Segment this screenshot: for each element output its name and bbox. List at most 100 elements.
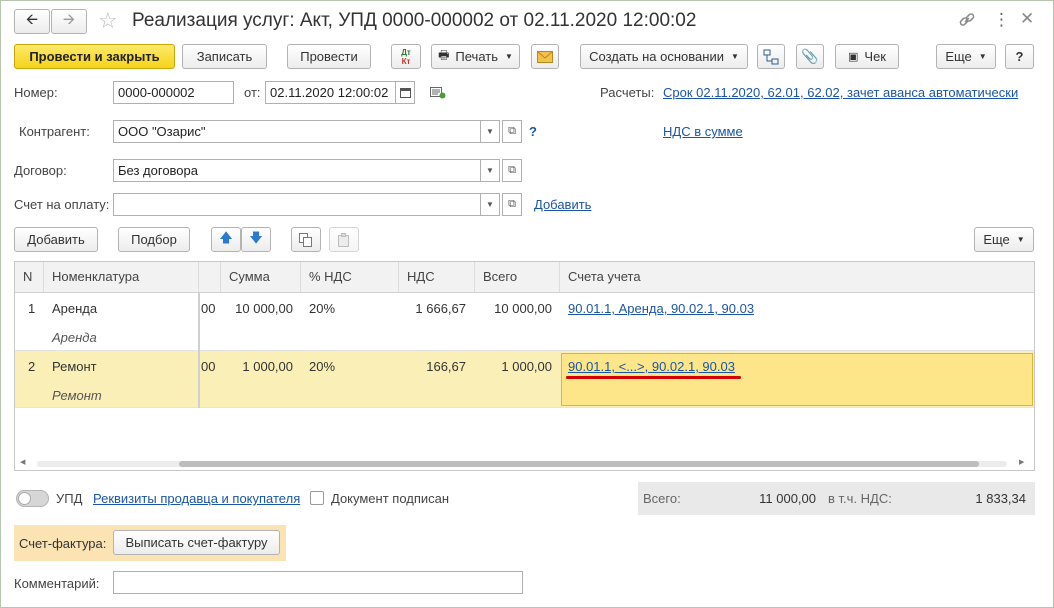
cell-accounts[interactable]: 90.01.1, <...>, 90.02.1, 90.03 — [568, 359, 735, 374]
col-header-vat[interactable]: НДС — [399, 262, 475, 293]
help-button[interactable]: ? — [1005, 44, 1034, 69]
chevron-down-icon: ▼ — [1016, 235, 1025, 244]
open-icon: ⧉ — [508, 125, 516, 137]
pick-button[interactable]: Подбор — [118, 227, 190, 252]
invoice-dropdown-button[interactable]: ▼ — [480, 193, 500, 216]
post-button[interactable]: Провести — [287, 44, 371, 69]
add-row-button[interactable]: Добавить — [14, 227, 98, 252]
scroll-right-icon[interactable]: ▶ — [1019, 458, 1024, 466]
receipt-button[interactable]: ▣ Чек — [835, 44, 899, 69]
col-header-amount[interactable]: Сумма — [221, 262, 301, 293]
issue-invoice-button[interactable]: Выписать счет-фактуру — [113, 530, 280, 555]
number-field[interactable]: 0000-000002 — [113, 81, 234, 104]
upd-toggle[interactable] — [16, 490, 49, 507]
invoice-open-button[interactable]: ⧉ — [502, 193, 522, 216]
kt-label: Кт — [401, 56, 411, 66]
receipt-label: Чек — [864, 49, 886, 64]
invoice-for-payment-field[interactable] — [113, 193, 481, 216]
cell-total[interactable]: 1 000,00 — [475, 359, 552, 374]
invoice-document-panel: Счет-фактура: Выписать счет-фактуру — [14, 525, 286, 561]
dt-label: Дт — [401, 47, 411, 57]
counterparty-dropdown-button[interactable]: ▼ — [480, 120, 500, 143]
attachments-button[interactable]: 📎 — [796, 44, 824, 69]
col-header-accounts[interactable]: Счета учета — [560, 262, 1034, 293]
copy-icon — [299, 232, 312, 247]
counterparty-field[interactable]: ООО "Озарис" — [113, 120, 481, 143]
cell-vat[interactable]: 1 666,67 — [399, 301, 466, 316]
paste-rows-button[interactable] — [329, 227, 359, 252]
calendar-button[interactable] — [395, 81, 415, 104]
cell-item-sub[interactable]: Аренда — [52, 330, 97, 345]
cell-item[interactable]: Ремонт — [52, 359, 97, 374]
help-mark[interactable]: ? — [529, 124, 537, 139]
comment-field[interactable] — [113, 571, 523, 594]
table-more-button[interactable]: Еще ▼ — [974, 227, 1034, 252]
dt-kt-button[interactable]: Дт Кт — [391, 44, 421, 69]
requisites-link[interactable]: Реквизиты продавца и покупателя — [93, 491, 300, 506]
create-based-label: Создать на основании — [589, 49, 724, 64]
comment-label: Комментарий: — [14, 576, 100, 591]
date-field[interactable]: 02.11.2020 12:00:02 — [265, 81, 396, 104]
structure-icon — [763, 49, 779, 64]
cell-cut: 00 — [201, 359, 216, 374]
add-invoice-link[interactable]: Добавить — [534, 197, 591, 212]
vat-mode-link[interactable]: НДС в сумме — [663, 124, 743, 139]
totals-panel: Всего: 11 000,00 в т.ч. НДС: 1 833,34 — [638, 482, 1035, 515]
cell-item[interactable]: Аренда — [52, 301, 97, 316]
cell-total[interactable]: 10 000,00 — [475, 301, 552, 316]
scrollbar-thumb[interactable] — [179, 461, 979, 467]
create-based-on-button[interactable]: Создать на основании ▼ — [580, 44, 748, 69]
col-header-n[interactable]: N — [15, 262, 44, 293]
back-button[interactable]: 🡨 — [14, 9, 50, 34]
highlight-underline — [566, 376, 741, 379]
email-button[interactable] — [531, 44, 559, 69]
move-up-button[interactable]: 🡅 — [211, 227, 241, 252]
settlements-link[interactable]: Срок 02.11.2020, 62.01, 62.02, зачет ава… — [663, 85, 1018, 100]
print-button[interactable]: 🖶 Печать ▼ — [431, 44, 520, 69]
counterparty-open-button[interactable]: ⧉ — [502, 120, 522, 143]
more-label: Еще — [945, 49, 972, 64]
open-icon: ⧉ — [508, 164, 516, 176]
toggle-knob — [18, 492, 31, 505]
cell-accounts-active[interactable]: 90.01.1, <...>, 90.02.1, 90.03 — [561, 353, 1033, 406]
chevron-down-icon: ▼ — [730, 52, 739, 61]
cash-register-icon: ▣ — [848, 51, 859, 63]
printer-icon: 🖶 — [438, 48, 450, 62]
col-header-total[interactable]: Всего — [475, 262, 560, 293]
cell-cut: 00 — [201, 301, 216, 316]
contract-dropdown-button[interactable]: ▼ — [480, 159, 500, 182]
contract-field[interactable]: Без договора — [113, 159, 481, 182]
cell-amount[interactable]: 1 000,00 — [221, 359, 293, 374]
link-icon[interactable] — [958, 11, 978, 31]
table-row-selected[interactable]: 2 Ремонт Ремонт 00 1 000,00 20% 166,67 1… — [15, 351, 1034, 408]
col-header-cut[interactable] — [199, 262, 221, 293]
chevron-down-icon: ▼ — [486, 166, 494, 175]
cell-vat[interactable]: 166,67 — [399, 359, 466, 374]
history-icon[interactable] — [430, 87, 446, 102]
cell-accounts[interactable]: 90.01.1, Аренда, 90.02.1, 90.03 — [568, 301, 754, 316]
move-down-button[interactable]: 🡇 — [241, 227, 271, 252]
copy-rows-button[interactable] — [291, 227, 321, 252]
more-button[interactable]: Еще ▼ — [936, 44, 996, 69]
contract-open-button[interactable]: ⧉ — [502, 159, 522, 182]
close-icon[interactable]: ✕ — [1020, 9, 1034, 29]
cell-vat-rate[interactable]: 20% — [309, 359, 335, 374]
menu-dots-icon[interactable]: ⋮ — [993, 10, 1010, 30]
col-header-vat-rate[interactable]: % НДС — [301, 262, 399, 293]
signed-checkbox[interactable] — [310, 491, 324, 505]
star-icon[interactable]: ☆ — [98, 8, 118, 34]
cell-amount[interactable]: 10 000,00 — [221, 301, 293, 316]
cell-item-sub[interactable]: Ремонт — [52, 388, 102, 403]
calendar-icon — [399, 88, 411, 98]
cell-vat-rate[interactable]: 20% — [309, 301, 335, 316]
save-button[interactable]: Записать — [182, 44, 267, 69]
structure-button[interactable] — [757, 44, 785, 69]
table-row[interactable]: 1 Аренда Аренда 00 10 000,00 20% 1 666,6… — [15, 293, 1034, 351]
chevron-down-icon: ▼ — [978, 52, 987, 61]
post-and-close-button[interactable]: Провести и закрыть — [14, 44, 175, 69]
scroll-left-icon[interactable]: ◀ — [20, 458, 25, 466]
horizontal-scrollbar[interactable]: ◀ ▶ — [15, 458, 1034, 470]
vat-total-value: 1 833,34 — [975, 491, 1026, 506]
col-header-item[interactable]: Номенклатура — [44, 262, 199, 293]
forward-button[interactable]: 🡪 — [51, 9, 87, 34]
